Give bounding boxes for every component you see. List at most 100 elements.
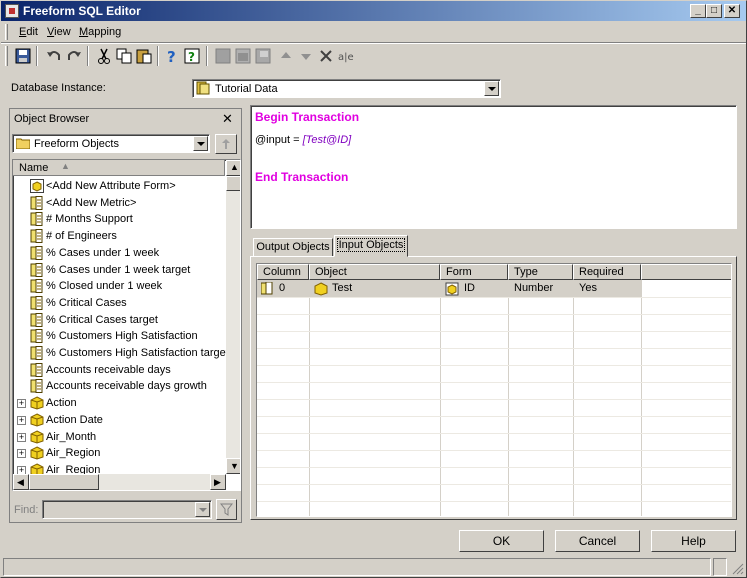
list-item-label: Air_Month xyxy=(46,430,97,443)
disabled-tool-3[interactable] xyxy=(254,47,272,65)
list-item[interactable]: % Customers High Satisfaction target xyxy=(13,345,229,362)
list-item[interactable]: Accounts receivable days xyxy=(13,362,225,379)
list-item[interactable]: % Cases under 1 week xyxy=(13,245,225,262)
scroll-up-button[interactable]: ▲ xyxy=(226,160,240,176)
metric-icon xyxy=(30,346,44,360)
menu-edit[interactable]: Edit xyxy=(19,26,38,38)
minimize-button[interactable]: _ xyxy=(690,4,706,18)
expand-plus-icon[interactable]: + xyxy=(17,432,26,442)
paste-icon xyxy=(136,49,152,64)
list-item[interactable]: % Critical Cases xyxy=(13,295,225,312)
delete-button[interactable] xyxy=(317,47,335,65)
copy-button[interactable] xyxy=(115,47,133,65)
cut-button[interactable] xyxy=(95,47,113,65)
resize-grip-icon[interactable] xyxy=(731,562,744,575)
save-button[interactable] xyxy=(14,47,32,65)
list-item[interactable]: Accounts receivable days growth xyxy=(13,378,225,395)
cancel-button[interactable]: Cancel xyxy=(555,530,640,552)
list-item[interactable]: + Air_Month xyxy=(13,429,225,446)
list-item[interactable]: + Action xyxy=(13,395,225,412)
undo-button[interactable] xyxy=(45,47,63,65)
redo-button[interactable] xyxy=(65,47,83,65)
expand-plus-icon[interactable]: + xyxy=(17,449,26,459)
list-item[interactable]: + Air_Region xyxy=(13,445,225,462)
grid-header-object[interactable]: Object xyxy=(309,264,440,280)
list-item[interactable]: + Action Date xyxy=(13,412,225,429)
database-instance-select[interactable]: Tutorial Data xyxy=(192,79,501,98)
list-item[interactable]: % Critical Cases target xyxy=(13,312,225,329)
list-item[interactable]: % Customers High Satisfaction xyxy=(13,328,225,345)
table-row[interactable]: 0 Test ID Number Yes xyxy=(257,280,641,297)
sql-editor[interactable]: Begin Transaction @input = [Test@ID] End… xyxy=(250,105,737,229)
scroll-down-icon: ▼ xyxy=(230,461,239,471)
toolbar-grip[interactable] xyxy=(5,46,8,66)
folder-dropdown-button[interactable] xyxy=(193,136,208,151)
scroll-thumb[interactable] xyxy=(226,176,240,191)
ok-button[interactable]: OK xyxy=(459,530,544,552)
tree-vertical-scrollbar[interactable]: ▲ ▼ xyxy=(226,160,240,474)
grid-header-required[interactable]: Required xyxy=(573,264,641,280)
grid-header-type[interactable]: Type xyxy=(508,264,573,280)
help-button[interactable]: Help xyxy=(651,530,736,552)
expand-plus-icon[interactable]: + xyxy=(17,415,26,425)
database-instance-dropdown-button[interactable] xyxy=(484,81,499,96)
app-icon[interactable] xyxy=(5,4,19,18)
find-dropdown-button[interactable] xyxy=(195,502,210,517)
list-item[interactable]: # of Engineers xyxy=(13,228,225,245)
tree-horizontal-scrollbar[interactable]: ◀ ▶ xyxy=(13,474,226,490)
grid-header-column[interactable]: Column xyxy=(257,264,309,280)
sql-input-parameter[interactable]: [Test@ID] xyxy=(303,134,352,146)
arrow-up-icon xyxy=(281,52,291,58)
title-bar[interactable]: Freeform SQL Editor _ □ ✕ xyxy=(1,1,746,21)
list-item[interactable]: <Add New Metric> xyxy=(13,195,225,212)
filter-icon xyxy=(220,503,233,516)
scroll-down-button[interactable]: ▼ xyxy=(226,458,240,474)
rename-button[interactable]: a|e xyxy=(337,47,355,65)
object-browser-title: Object Browser xyxy=(14,113,90,125)
list-item[interactable]: % Cases under 1 week target xyxy=(13,262,225,279)
folder-up-button[interactable] xyxy=(215,134,237,154)
scroll-right-icon: ▶ xyxy=(214,477,221,487)
metric-icon xyxy=(30,212,44,227)
tree-column-header[interactable]: Name ▲ xyxy=(13,160,225,176)
disabled-tool-1[interactable] xyxy=(214,47,232,65)
list-item-label: # Months Support xyxy=(46,213,133,226)
object-browser-close-icon[interactable]: ✕ xyxy=(222,111,233,127)
help-button-toolbar[interactable]: ? xyxy=(164,47,182,66)
menu-mapping[interactable]: Mapping xyxy=(79,26,121,38)
scroll-left-button[interactable]: ◀ xyxy=(13,474,29,490)
menu-view[interactable]: View xyxy=(47,26,71,38)
list-item-label: # of Engineers xyxy=(46,230,117,243)
list-item[interactable]: % Closed under 1 week xyxy=(13,278,225,295)
hscroll-thumb[interactable] xyxy=(29,474,99,490)
move-down-button[interactable] xyxy=(297,47,315,65)
menubar-grip[interactable] xyxy=(5,24,8,40)
scroll-up-icon: ▲ xyxy=(230,162,239,172)
list-item[interactable]: <Add New Attribute Form> xyxy=(13,178,225,195)
expand-plus-icon[interactable]: + xyxy=(17,399,26,409)
filter-button[interactable] xyxy=(216,499,237,520)
tab-panel: Column Object Form Type Required 0 Test xyxy=(250,256,737,520)
paste-button[interactable] xyxy=(135,47,153,65)
grid-header-form[interactable]: Form xyxy=(440,264,508,280)
maximize-button[interactable]: □ xyxy=(706,4,722,18)
close-button[interactable]: ✕ xyxy=(724,4,740,18)
disabled-tool-2[interactable] xyxy=(234,47,252,65)
find-input[interactable] xyxy=(42,500,212,519)
metric-icon xyxy=(30,195,44,210)
move-up-button[interactable] xyxy=(277,47,295,65)
cut-icon xyxy=(98,48,110,64)
sql-input-prefix: @input = xyxy=(255,134,303,146)
list-item[interactable]: # Months Support xyxy=(13,211,225,228)
folder-select[interactable]: Freeform Objects xyxy=(12,134,210,153)
tab-input-objects[interactable]: Input Objects xyxy=(334,235,408,257)
metric-icon xyxy=(261,282,273,295)
list-item-label: % Customers High Satisfaction xyxy=(46,330,198,343)
toolbar-separator xyxy=(206,46,208,66)
tab-output-objects[interactable]: Output Objects xyxy=(253,238,333,257)
scroll-right-button[interactable]: ▶ xyxy=(210,474,226,490)
status-bar-pane xyxy=(713,558,727,576)
toolbar-separator xyxy=(157,46,159,66)
context-help-button[interactable]: ? xyxy=(184,47,202,65)
list-item-label: <Add New Attribute Form> xyxy=(46,180,176,192)
